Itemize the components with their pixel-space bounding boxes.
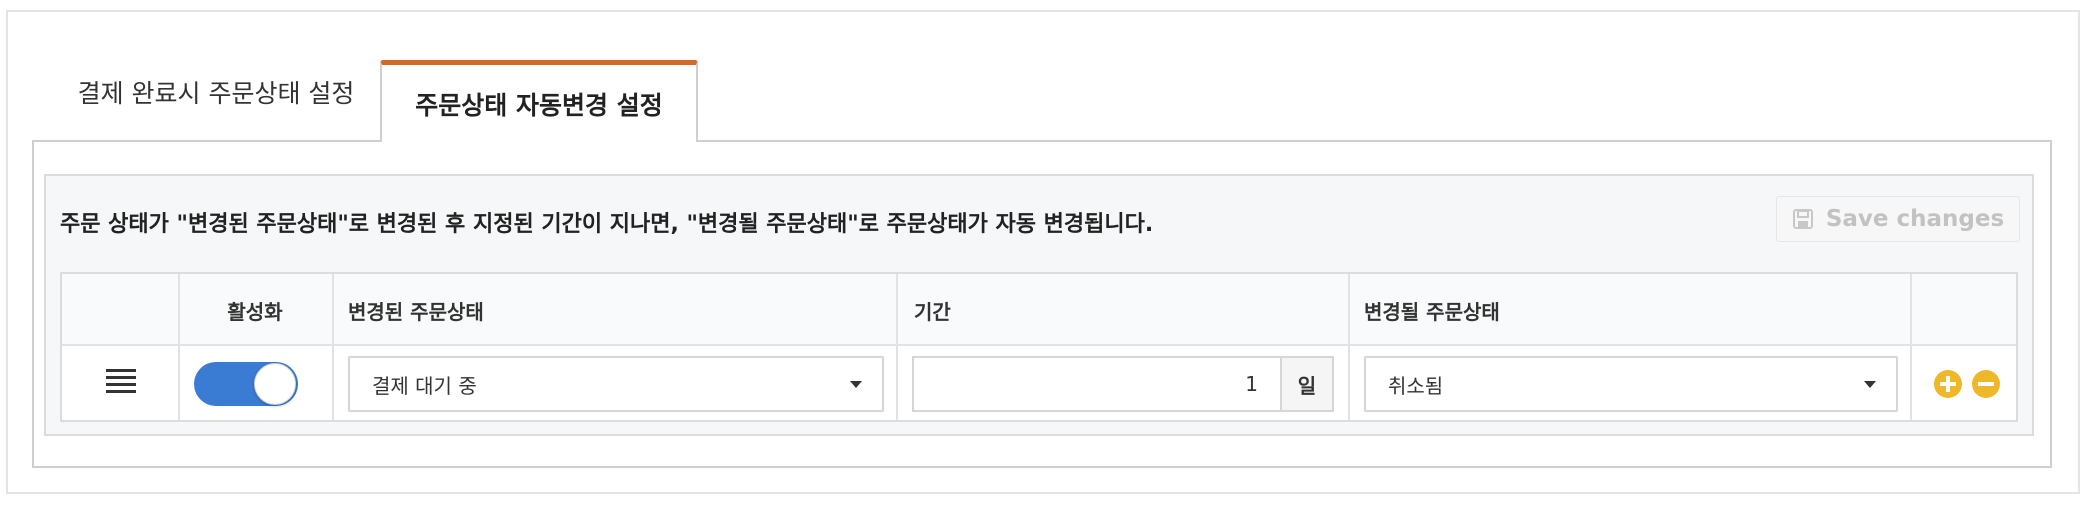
floppy-disk-icon bbox=[1792, 209, 1813, 229]
add-row-icon[interactable] bbox=[1934, 370, 1962, 398]
changed-status-select[interactable]: 결제 대기 중 bbox=[348, 356, 884, 412]
column-divider bbox=[896, 274, 898, 420]
tab-payment-complete-status[interactable]: 결제 완료시 주문상태 설정 bbox=[50, 50, 382, 134]
drag-handle-icon[interactable] bbox=[106, 369, 136, 393]
period-unit: 일 bbox=[1280, 356, 1334, 412]
header-target-status: 변경될 주문상태 bbox=[1364, 299, 1500, 324]
column-divider bbox=[1910, 274, 1912, 420]
period-input[interactable]: 1 bbox=[912, 356, 1282, 412]
save-changes-button[interactable]: Save changes bbox=[1776, 196, 2020, 242]
chevron-down-icon bbox=[1864, 381, 1876, 388]
changed-status-value: 결제 대기 중 bbox=[372, 373, 477, 398]
target-status-select[interactable]: 취소됨 bbox=[1364, 356, 1898, 412]
active-toggle[interactable] bbox=[194, 362, 298, 406]
tab-auto-status-change[interactable]: 주문상태 자동변경 설정 bbox=[380, 60, 698, 142]
column-divider bbox=[1348, 274, 1350, 420]
header-active: 활성화 bbox=[227, 299, 283, 324]
target-status-value: 취소됨 bbox=[1388, 373, 1444, 398]
status-rule-table: 활성화 변경된 주문상태 기간 변경될 주문상태 결제 대기 중 1 일 취소됨 bbox=[60, 272, 2018, 422]
remove-row-icon[interactable] bbox=[1972, 370, 2000, 398]
header-period: 기간 bbox=[914, 299, 951, 324]
chevron-down-icon bbox=[850, 381, 862, 388]
header-changed-status: 변경된 주문상태 bbox=[348, 299, 484, 324]
column-divider bbox=[332, 274, 334, 420]
toggle-knob bbox=[254, 363, 296, 405]
panel-description: 주문 상태가 "변경된 주문상태"로 변경된 후 지정된 기간이 지나면, "변… bbox=[60, 212, 1154, 237]
save-changes-label: Save changes bbox=[1825, 206, 2005, 232]
